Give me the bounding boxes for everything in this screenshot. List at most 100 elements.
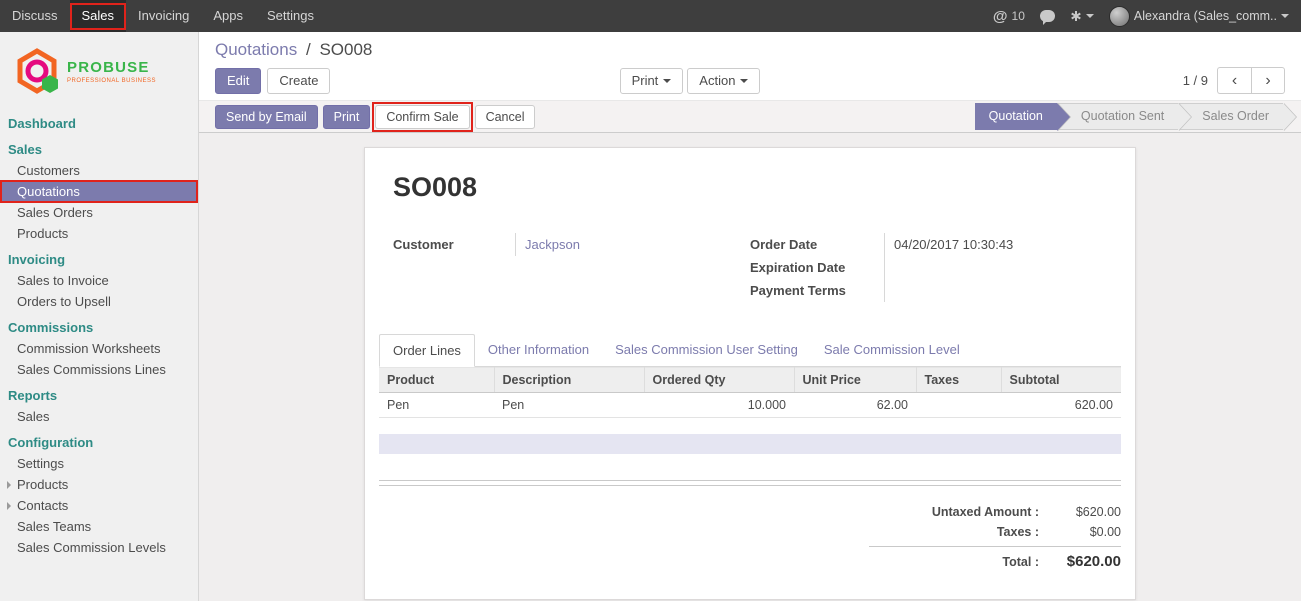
sidebar-section-commissions[interactable]: Commissions bbox=[0, 318, 198, 338]
tab-order-lines[interactable]: Order Lines bbox=[379, 334, 475, 367]
sidebar-menu: Dashboard Sales Customers Quotations Sal… bbox=[0, 114, 198, 558]
topbar-menu-apps[interactable]: Apps bbox=[201, 0, 255, 32]
taxes-label: Taxes : bbox=[869, 525, 1039, 539]
topbar-menu-invoicing[interactable]: Invoicing bbox=[126, 0, 201, 32]
taxes-row: Taxes : $0.00 bbox=[869, 522, 1121, 542]
debug-menu[interactable] bbox=[1070, 10, 1094, 22]
order-line-row[interactable]: Pen Pen 10.000 62.00 620.00 bbox=[379, 393, 1121, 418]
total-row: Total : $620.00 bbox=[869, 546, 1121, 573]
sidebar-item-commission-worksheets[interactable]: Commission Worksheets bbox=[0, 338, 198, 359]
sidebar-section-sales[interactable]: Sales bbox=[0, 140, 198, 160]
sidebar-item-quotations[interactable]: Quotations bbox=[0, 181, 198, 202]
pager-previous-button[interactable]: ‹ bbox=[1217, 67, 1251, 94]
avatar bbox=[1109, 6, 1130, 27]
order-date-value: 04/20/2017 10:30:43 bbox=[884, 233, 1107, 256]
topbar-right: @ 10 Alexandra (Sales_comm.. bbox=[993, 0, 1301, 32]
sidebar-item-settings[interactable]: Settings bbox=[0, 453, 198, 474]
form-statusbar: Send by Email Print Confirm Sale Cancel … bbox=[199, 100, 1301, 133]
sidebar-section-reports[interactable]: Reports bbox=[0, 386, 198, 406]
breadcrumb-parent[interactable]: Quotations bbox=[215, 40, 297, 59]
sidebar-item-sales-commissions-lines[interactable]: Sales Commissions Lines bbox=[0, 359, 198, 380]
record-title: SO008 bbox=[393, 172, 1107, 203]
horizontal-separator bbox=[379, 480, 1121, 486]
sidebar-item-reports-sales[interactable]: Sales bbox=[0, 406, 198, 427]
topbar-menus: Discuss Sales Invoicing Apps Settings bbox=[0, 0, 326, 32]
top-navbar: Discuss Sales Invoicing Apps Settings @ … bbox=[0, 0, 1301, 32]
sidebar-section-dashboard[interactable]: Dashboard bbox=[0, 114, 198, 134]
cell-unit-price: 62.00 bbox=[794, 393, 916, 418]
column-header-subtotal: Subtotal bbox=[1001, 368, 1121, 393]
column-header-taxes: Taxes bbox=[916, 368, 1001, 393]
topbar-menu-settings[interactable]: Settings bbox=[255, 0, 326, 32]
print-button[interactable]: Print bbox=[323, 105, 371, 129]
breadcrumb-current: SO008 bbox=[319, 40, 372, 59]
logo-subtitle: PROFESSIONAL BUSINESS bbox=[67, 78, 156, 84]
topbar-menu-discuss[interactable]: Discuss bbox=[0, 0, 70, 32]
edit-button[interactable]: Edit bbox=[215, 68, 261, 94]
sidebar-item-config-products[interactable]: Products bbox=[0, 474, 198, 495]
sidebar: PROBUSE PROFESSIONAL BUSINESS Dashboard … bbox=[0, 32, 199, 601]
column-header-ordered-qty: Ordered Qty bbox=[644, 368, 794, 393]
sidebar-section-invoicing[interactable]: Invoicing bbox=[0, 250, 198, 270]
notebook-tabs: Order Lines Other Information Sales Comm… bbox=[379, 334, 1121, 367]
topbar-menu-sales[interactable]: Sales bbox=[70, 0, 127, 32]
customer-value[interactable]: Jackpson bbox=[515, 233, 750, 256]
user-menu[interactable]: Alexandra (Sales_comm.. bbox=[1109, 6, 1289, 27]
statusbar-buttons: Send by Email Print Confirm Sale Cancel bbox=[215, 105, 535, 129]
payment-terms-value bbox=[884, 279, 1107, 302]
sidebar-item-sales-orders[interactable]: Sales Orders bbox=[0, 202, 198, 223]
chat-icon[interactable] bbox=[1040, 10, 1055, 22]
sidebar-item-sales-to-invoice[interactable]: Sales to Invoice bbox=[0, 270, 198, 291]
mention-count: 10 bbox=[1012, 9, 1025, 23]
action-dropdown-button[interactable]: Action bbox=[687, 68, 760, 94]
field-group-left: Customer Jackpson bbox=[393, 233, 750, 302]
user-name: Alexandra (Sales_comm.. bbox=[1134, 9, 1277, 23]
payment-terms-label: Payment Terms bbox=[750, 279, 884, 302]
main-area: Quotations / SO008 Edit Create Print Act… bbox=[199, 32, 1301, 601]
cell-product[interactable]: Pen bbox=[379, 393, 494, 418]
totals-block: Untaxed Amount : $620.00 Taxes : $0.00 T… bbox=[869, 502, 1121, 573]
control-panel: Quotations / SO008 Edit Create Print Act… bbox=[199, 32, 1301, 100]
sidebar-item-sales-commission-levels[interactable]: Sales Commission Levels bbox=[0, 537, 198, 558]
untaxed-amount-label: Untaxed Amount : bbox=[869, 505, 1039, 519]
sidebar-item-sales-teams[interactable]: Sales Teams bbox=[0, 516, 198, 537]
app-logo[interactable]: PROBUSE PROFESSIONAL BUSINESS bbox=[0, 32, 198, 114]
tab-sale-commission-level[interactable]: Sale Commission Level bbox=[811, 334, 973, 367]
pager: 1 / 9 ‹ › bbox=[865, 67, 1285, 94]
column-header-unit-price: Unit Price bbox=[794, 368, 916, 393]
print-dropdown-button[interactable]: Print bbox=[620, 68, 684, 94]
sidebar-section-configuration[interactable]: Configuration bbox=[0, 433, 198, 453]
sidebar-item-contacts[interactable]: Contacts bbox=[0, 495, 198, 516]
state-quotation-sent[interactable]: Quotation Sent bbox=[1057, 103, 1178, 130]
create-button[interactable]: Create bbox=[267, 68, 330, 94]
caret-down-icon bbox=[740, 79, 748, 83]
total-value: $620.00 bbox=[1039, 553, 1121, 570]
cancel-button[interactable]: Cancel bbox=[475, 105, 536, 129]
caret-down-icon bbox=[1086, 14, 1094, 18]
state-quotation[interactable]: Quotation bbox=[975, 103, 1057, 130]
form-sheet: SO008 Customer Jackpson Order Date 04/20… bbox=[364, 147, 1136, 600]
form-content: SO008 Customer Jackpson Order Date 04/20… bbox=[199, 133, 1301, 601]
tab-sales-commission-user-setting[interactable]: Sales Commission User Setting bbox=[602, 334, 811, 367]
expiration-date-label: Expiration Date bbox=[750, 256, 884, 279]
sidebar-item-customers[interactable]: Customers bbox=[0, 160, 198, 181]
probuse-logo-icon bbox=[14, 48, 60, 94]
sidebar-item-products[interactable]: Products bbox=[0, 223, 198, 244]
cp-left-buttons: Edit Create bbox=[215, 68, 515, 94]
taxes-value: $0.00 bbox=[1039, 525, 1121, 539]
column-header-product: Product bbox=[379, 368, 494, 393]
pager-next-button[interactable]: › bbox=[1251, 67, 1285, 94]
total-label: Total : bbox=[869, 555, 1039, 569]
cell-taxes bbox=[916, 393, 1001, 418]
send-by-email-button[interactable]: Send by Email bbox=[215, 105, 318, 129]
cell-ordered-qty: 10.000 bbox=[644, 393, 794, 418]
logo-title: PROBUSE bbox=[67, 59, 156, 76]
untaxed-amount-row: Untaxed Amount : $620.00 bbox=[869, 502, 1121, 522]
mention-counter[interactable]: @ 10 bbox=[993, 8, 1025, 25]
confirm-sale-button[interactable]: Confirm Sale bbox=[375, 105, 469, 129]
tab-other-information[interactable]: Other Information bbox=[475, 334, 602, 367]
state-sales-order[interactable]: Sales Order bbox=[1178, 103, 1283, 130]
caret-down-icon bbox=[663, 79, 671, 83]
sidebar-item-orders-to-upsell[interactable]: Orders to Upsell bbox=[0, 291, 198, 312]
customer-label: Customer bbox=[393, 233, 515, 256]
